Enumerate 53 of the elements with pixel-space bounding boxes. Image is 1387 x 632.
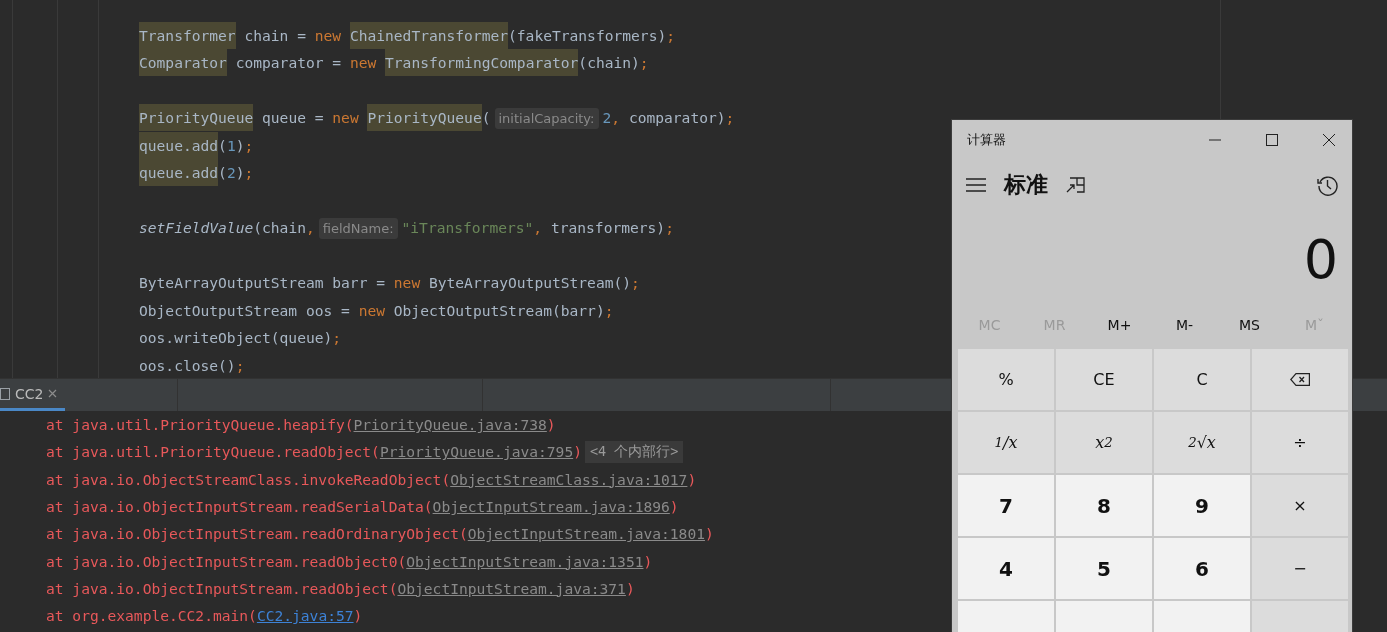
source-link[interactable]: CC2.java:57	[256, 607, 354, 625]
calculator-key[interactable]: 4	[958, 538, 1054, 599]
memory-button[interactable]: M+	[1087, 316, 1152, 334]
run-tab[interactable]: CC2	[0, 379, 66, 411]
calculator-key[interactable]: ×	[1252, 475, 1348, 536]
code-line: oos.close();	[139, 355, 246, 376]
window-title: 计算器	[967, 131, 1006, 149]
source-link[interactable]: ObjectInputStream.java:1896	[432, 498, 670, 516]
history-icon[interactable]	[1317, 174, 1338, 196]
code-line: Transformer chain = new ChainedTransformer(fakeTransformers);	[139, 21, 735, 49]
stack-frame: at java.io.ObjectInputStream.readObject(ObjectInputStream.java:371)	[46, 579, 635, 597]
stack-frame: at java.util.PriorityQueue.readObject(PriorityQueue.java:795)	[46, 443, 582, 461]
calculator-key[interactable]: 9	[1154, 475, 1250, 536]
mode-title: 标准	[1004, 171, 1048, 199]
code-line: oos.writeObject(queue);	[139, 328, 343, 348]
backspace-icon	[1290, 373, 1310, 386]
code-line: Comparator comparator = new TransformingComparator(chain);	[139, 49, 735, 77]
code-line: ObjectOutputStream oos = new ObjectOutputStream(barr);	[139, 300, 615, 321]
maximize-icon[interactable]	[1266, 134, 1278, 146]
source-link[interactable]: ObjectInputStream.java:371	[397, 579, 626, 597]
code-line: queue.add(1);	[139, 131, 735, 159]
source-link[interactable]: ObjectInputStream.java:1351	[406, 552, 644, 570]
stack-frame: at java.io.ObjectInputStream.readSerialData(ObjectInputStream.java:1896)	[46, 498, 679, 516]
memory-button[interactable]: MS	[1217, 316, 1282, 334]
code-line: ByteArrayOutputStream barr = new ByteArrayOutputStream();	[139, 273, 641, 293]
stack-frame: at java.io.ObjectStreamClass.invokeReadObject(ObjectStreamClass.java:1017)	[46, 470, 697, 488]
calculator-key[interactable]: ÷	[1252, 412, 1348, 473]
calculator-key[interactable]: 8	[1056, 475, 1152, 536]
code-line: setFieldValue(chain, fieldName: "iTransformers", transformers);	[139, 214, 735, 242]
stack-frame: at java.io.ObjectInputStream.readOrdinaryObject(ObjectInputStream.java:1801)	[46, 525, 714, 543]
calculator-key[interactable]: 6	[1154, 538, 1250, 599]
memory-button[interactable]: M-	[1152, 316, 1217, 334]
calculator-key[interactable]: %	[958, 349, 1054, 410]
console-icon	[0, 387, 10, 400]
close-icon[interactable]	[1323, 134, 1335, 146]
menu-icon[interactable]	[966, 178, 986, 192]
code-line: queue.add(2);	[139, 159, 735, 187]
calculator-key[interactable]: 5	[1056, 538, 1152, 599]
calculator-key[interactable]: C	[1154, 349, 1250, 410]
keep-on-top-icon[interactable]	[1066, 177, 1085, 193]
stack-frame: at org.example.CC2.main(CC2.java:57)	[46, 607, 363, 625]
source-link[interactable]: PriorityQueue.java:738	[353, 416, 547, 434]
calculator-key[interactable]: CE	[1056, 349, 1152, 410]
calculator-key[interactable]: −	[1252, 538, 1348, 599]
result-display: 0	[1302, 227, 1339, 293]
calculator-key[interactable]: 7	[958, 475, 1054, 536]
folded-lines-badge[interactable]: <4 个内部行>	[584, 440, 684, 463]
source-link[interactable]: PriorityQueue.java:795	[379, 443, 574, 461]
code-line: PriorityQueue queue = new PriorityQueue( initialCapacity: 2, comparator);	[139, 104, 735, 132]
stack-frame: at java.io.ObjectInputStream.readObject0(ObjectInputStream.java:1351)	[46, 552, 653, 570]
source-link[interactable]: ObjectInputStream.java:1801	[467, 525, 705, 543]
source-link[interactable]: ObjectStreamClass.java:1017	[450, 470, 688, 488]
stack-frame: at java.util.PriorityQueue.heapify(PriorityQueue.java:738)	[46, 416, 556, 434]
